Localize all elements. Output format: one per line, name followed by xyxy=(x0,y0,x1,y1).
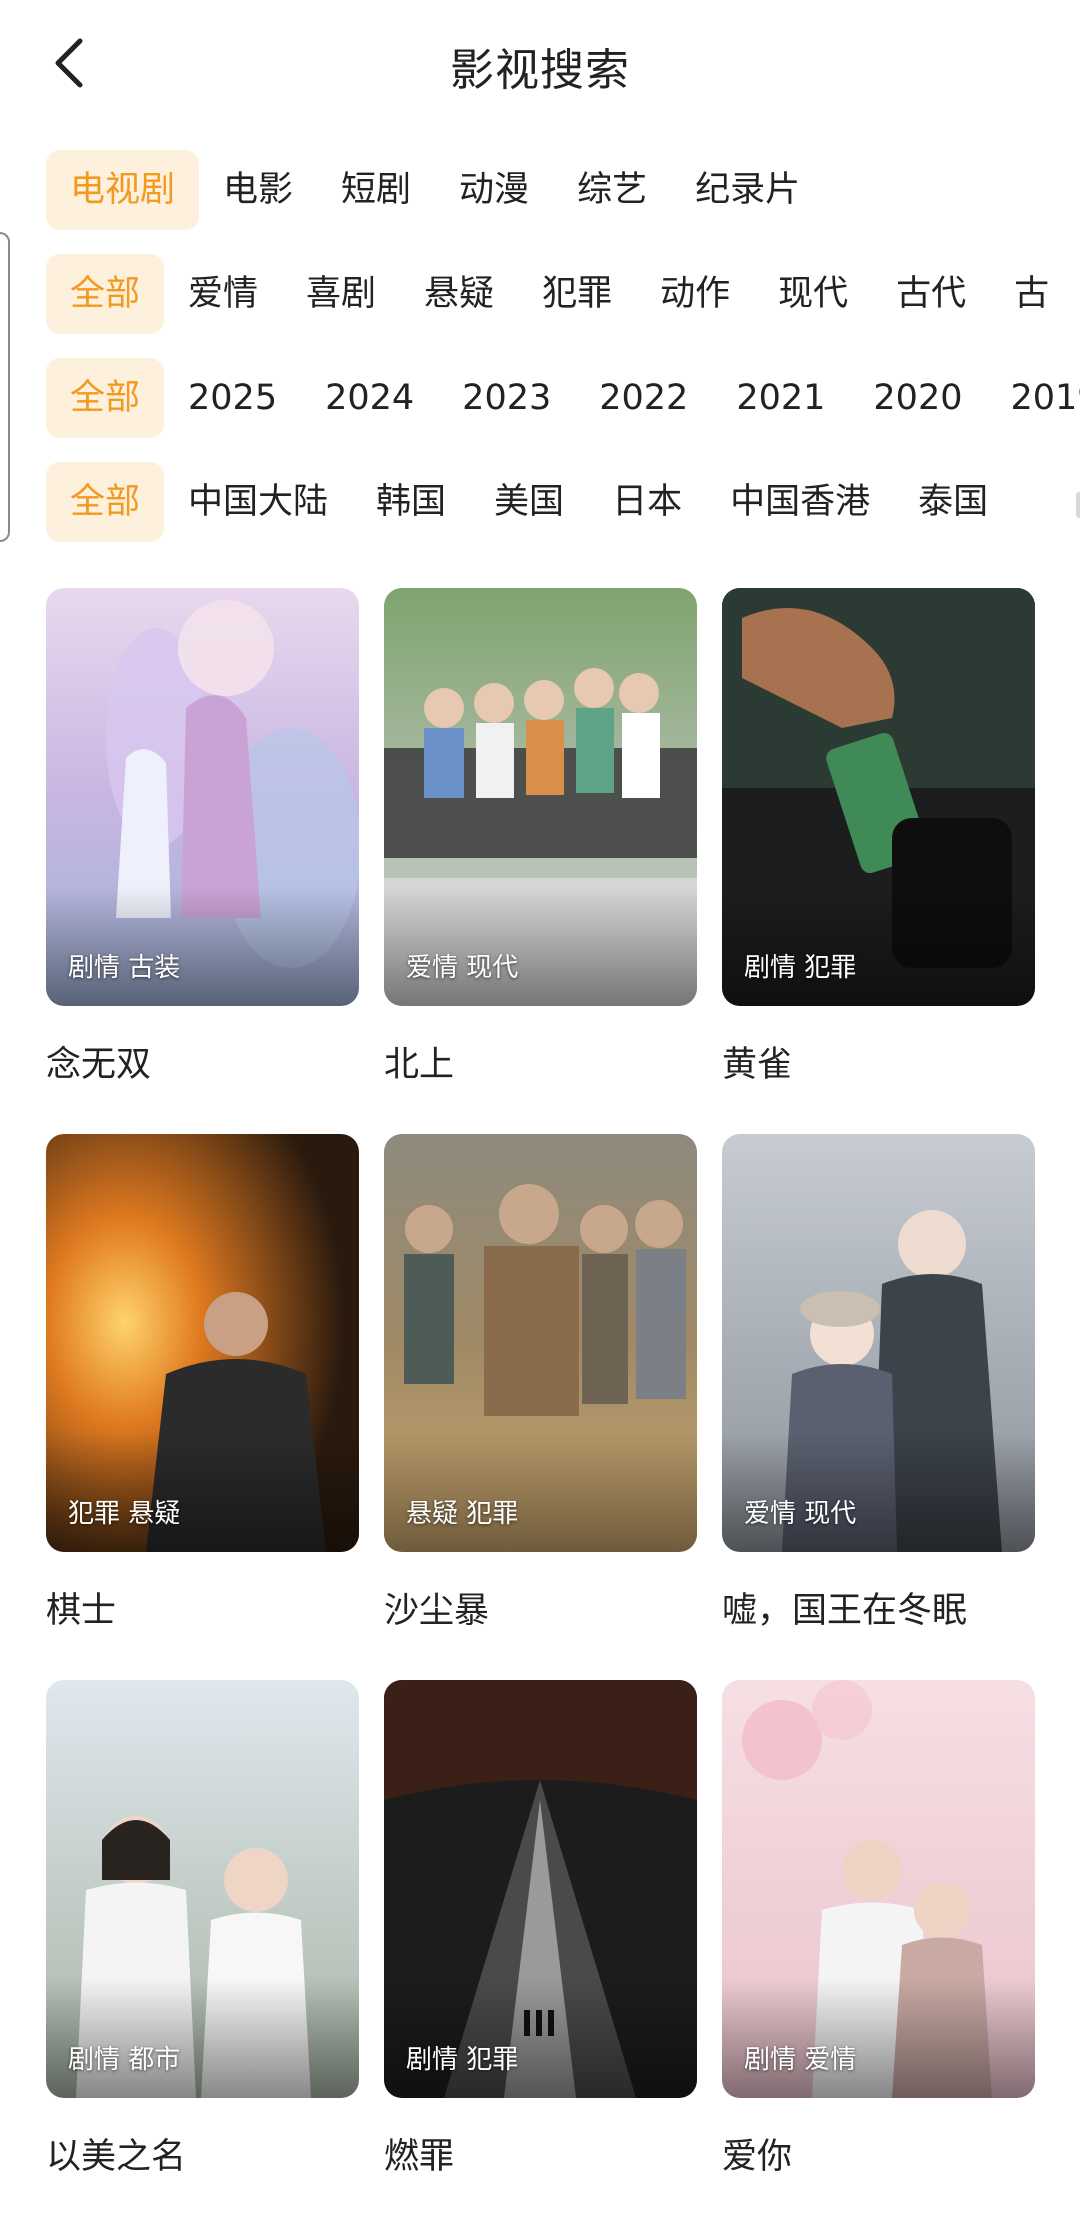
poster-shade xyxy=(384,886,697,1006)
chip-region-mainland[interactable]: 中国大陆 xyxy=(164,462,352,542)
chip-year-2022[interactable]: 2022 xyxy=(575,358,712,438)
poster-tags: 爱情 现代 xyxy=(406,953,519,983)
chip-region-korea[interactable]: 韩国 xyxy=(352,462,470,542)
poster-shade xyxy=(46,1978,359,2098)
poster-shade xyxy=(722,886,1035,1006)
card-title: 嘘，国王在冬眠 xyxy=(722,1591,968,1631)
poster-tags: 爱情 现代 xyxy=(744,1499,857,1529)
chip-year-2023[interactable]: 2023 xyxy=(438,358,575,438)
poster-image: 剧情 犯罪 xyxy=(384,1680,697,2098)
chip-type-short[interactable]: 短剧 xyxy=(317,150,435,230)
chip-region-all[interactable]: 全部 xyxy=(46,462,165,542)
poster-shade xyxy=(384,1978,697,2098)
chip-year-2024[interactable]: 2024 xyxy=(301,358,438,438)
chip-region-usa[interactable]: 美国 xyxy=(470,462,588,542)
chip-genre-action[interactable]: 动作 xyxy=(636,254,754,334)
card-title: 沙尘暴 xyxy=(384,1591,490,1631)
poster-image: 剧情 爱情 xyxy=(722,1680,1035,2098)
poster-image: 爱情 现代 xyxy=(384,588,697,1006)
poster-tags: 剧情 犯罪 xyxy=(744,953,857,983)
search-page: 影视搜索 电视剧 电影 短剧 动漫 综艺 纪录片 全部 爱情 喜剧 悬疑 犯罪 … xyxy=(0,0,1080,2217)
poster-image: 爱情 现代 xyxy=(722,1134,1035,1552)
card-title: 棋士 xyxy=(46,1591,117,1631)
scroll-indicator xyxy=(1076,492,1080,518)
poster-image: 剧情 犯罪 xyxy=(722,588,1035,1006)
poster-image: 剧情 都市 xyxy=(46,1680,359,2098)
chip-type-anime[interactable]: 动漫 xyxy=(435,150,553,230)
result-card[interactable]: 爱情 现代 嘘，国王在冬眠 xyxy=(722,1134,1035,1633)
poster-shade xyxy=(46,886,359,1006)
chip-region-japan[interactable]: 日本 xyxy=(588,462,706,542)
chip-type-documentary[interactable]: 纪录片 xyxy=(671,150,824,230)
chip-type-variety[interactable]: 综艺 xyxy=(553,150,671,230)
poster-shade xyxy=(722,1432,1035,1552)
chip-region-hongkong[interactable]: 中国香港 xyxy=(706,462,894,542)
result-card[interactable]: 悬疑 犯罪 沙尘暴 xyxy=(384,1134,697,1633)
card-title: 以美之名 xyxy=(46,2137,187,2177)
filter-row-genre: 全部 爱情 喜剧 悬疑 犯罪 动作 现代 古代 古 xyxy=(46,254,1073,334)
card-title: 燃罪 xyxy=(384,2137,455,2177)
chip-genre-comedy[interactable]: 喜剧 xyxy=(282,254,400,334)
poster-tags: 剧情 古装 xyxy=(68,953,181,983)
chip-genre-romance[interactable]: 爱情 xyxy=(164,254,282,334)
result-card[interactable]: 剧情 爱情 爱你 xyxy=(722,1680,1035,2179)
poster-shade xyxy=(384,1432,697,1552)
result-card[interactable]: 爱情 现代 北上 xyxy=(384,588,697,1087)
filter-row-type: 电视剧 电影 短剧 动漫 综艺 纪录片 xyxy=(46,150,824,230)
card-title: 爱你 xyxy=(722,2137,793,2177)
chip-type-movie[interactable]: 电影 xyxy=(199,150,317,230)
poster-image: 犯罪 悬疑 xyxy=(46,1134,359,1552)
poster-image: 剧情 古装 xyxy=(46,588,359,1006)
poster-tags: 悬疑 犯罪 xyxy=(406,1499,519,1529)
chip-region-thailand[interactable]: 泰国 xyxy=(894,462,1012,542)
header: 影视搜索 xyxy=(0,0,1080,130)
chip-genre-partial[interactable]: 古 xyxy=(990,254,1073,334)
chip-genre-all[interactable]: 全部 xyxy=(46,254,165,334)
poster-shade xyxy=(722,1978,1035,2098)
chip-genre-modern[interactable]: 现代 xyxy=(754,254,872,334)
chip-genre-mystery[interactable]: 悬疑 xyxy=(400,254,518,334)
poster-tags: 剧情 爱情 xyxy=(744,2045,857,2075)
chip-genre-ancient[interactable]: 古代 xyxy=(872,254,990,334)
result-card[interactable]: 剧情 都市 以美之名 xyxy=(46,1680,359,2179)
page-title: 影视搜索 xyxy=(450,45,630,96)
result-card[interactable]: 剧情 犯罪 燃罪 xyxy=(384,1680,697,2179)
result-card[interactable]: 剧情 古装 念无双 xyxy=(46,588,359,1087)
result-card[interactable]: 犯罪 悬疑 棋士 xyxy=(46,1134,359,1633)
poster-tags: 犯罪 悬疑 xyxy=(68,1499,181,1529)
chip-year-2021[interactable]: 2021 xyxy=(712,358,849,438)
filter-row-region: 全部 中国大陆 韩国 美国 日本 中国香港 泰国 xyxy=(46,462,1012,542)
chip-year-all[interactable]: 全部 xyxy=(46,358,165,438)
chip-year-2020[interactable]: 2020 xyxy=(849,358,986,438)
poster-shade xyxy=(46,1432,359,1552)
filter-row-year: 全部 2025 2024 2023 2022 2021 2020 2019 xyxy=(46,358,1080,438)
card-title: 念无双 xyxy=(46,1045,152,1085)
card-title: 北上 xyxy=(384,1045,455,1085)
card-title: 黄雀 xyxy=(722,1045,793,1085)
result-card[interactable]: 剧情 犯罪 黄雀 xyxy=(722,588,1035,1087)
poster-tags: 剧情 犯罪 xyxy=(406,2045,519,2075)
side-drawer-handle[interactable] xyxy=(0,232,10,542)
chip-type-tv[interactable]: 电视剧 xyxy=(46,150,200,230)
chip-year-2025[interactable]: 2025 xyxy=(164,358,301,438)
poster-image: 悬疑 犯罪 xyxy=(384,1134,697,1552)
poster-tags: 剧情 都市 xyxy=(68,2045,181,2075)
chip-genre-crime[interactable]: 犯罪 xyxy=(518,254,636,334)
chip-year-2019[interactable]: 2019 xyxy=(986,358,1080,438)
